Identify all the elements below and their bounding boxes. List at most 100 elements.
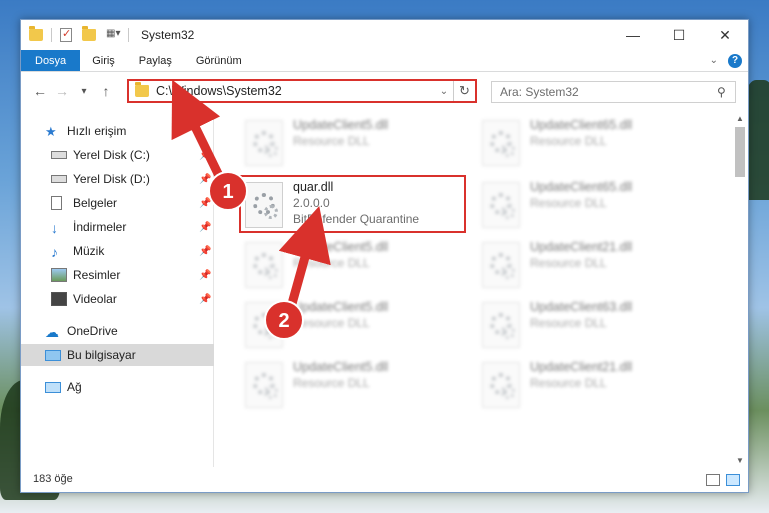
divider [128,28,129,42]
file-name: UpdateClient5.dll [293,240,389,254]
tab-share[interactable]: Paylaş [127,50,184,71]
folder-icon[interactable] [29,26,43,41]
list-item[interactable]: UpdateClient5.dll Resource DLL [245,358,470,414]
up-button[interactable]: ↑ [95,83,117,99]
search-input[interactable]: Ara: System32 [500,85,717,99]
address-bar[interactable]: C:\Windows\System32 ⌄ ↻ [127,79,477,103]
pictures-icon [51,268,67,282]
drive-icon [51,175,67,183]
drive-icon [51,151,67,159]
list-item[interactable]: UpdateClient5.dll Resource DLL [245,238,470,294]
file-name: UpdateClient65.dll [530,180,633,194]
tab-view[interactable]: Görünüm [184,50,254,71]
sidebar-item-music[interactable]: ♪ Müzik 📌 [21,240,214,262]
scroll-down-icon[interactable]: ▼ [732,456,748,465]
pin-icon[interactable]: 📌 [199,270,211,281]
back-button[interactable]: ← [29,83,51,99]
refresh-icon[interactable]: ↻ [453,81,475,101]
close-button[interactable]: ✕ [702,20,748,50]
title-bar: ▦▾ System32 — ☐ ✕ [21,20,748,50]
large-icons-view-icon[interactable] [726,474,740,486]
sidebar-item-documents[interactable]: Belgeler 📌 [21,192,214,214]
list-item[interactable]: UpdateClient63.dll Resource DLL [482,298,707,354]
file-description: Resource DLL [530,316,607,330]
recent-locations-button[interactable]: ▾ [73,86,95,97]
file-name: UpdateClient63.dll [530,300,633,314]
file-name: UpdateClient21.dll [530,360,633,374]
address-text[interactable]: C:\Windows\System32 [156,84,435,98]
details-view-icon[interactable] [706,474,720,486]
dll-file-icon [482,362,520,408]
pin-icon[interactable]: 📌 [199,174,211,185]
search-box[interactable]: Ara: System32 ⚲ [491,81,736,103]
file-description: Resource DLL [293,134,370,148]
pin-icon[interactable]: 📌 [199,294,211,305]
sidebar-item-quick-access[interactable]: ★ Hızlı erişim [21,120,214,142]
document-icon [51,196,62,210]
pin-icon[interactable]: 📌 [199,150,211,161]
divider [51,28,52,42]
file-description: Resource DLL [293,316,370,330]
file-name: UpdateClient5.dll [293,118,389,132]
maximize-button[interactable]: ☐ [656,20,702,50]
list-item[interactable]: UpdateClient65.dll Resource DLL [482,116,707,172]
sidebar-item-downloads[interactable]: ↓ İndirmeler 📌 [21,216,214,238]
ribbon-right: ⌄ ? [710,50,748,71]
list-item[interactable]: UpdateClient65.dll Resource DLL [482,178,707,234]
sidebar-item-this-pc[interactable]: Bu bilgisayar [21,344,214,366]
dll-file-icon [245,242,283,288]
sidebar-item-local-disk-c[interactable]: Yerel Disk (C:) 📌 [21,144,214,166]
folder-icon [135,82,149,97]
scroll-up-icon[interactable]: ▲ [732,114,748,123]
scrollbar-thumb[interactable] [735,127,745,177]
star-icon: ★ [45,124,57,139]
item-count: 183 öğe [33,473,73,485]
list-item[interactable]: UpdateClient5.dll Resource DLL [245,298,470,354]
new-folder-icon[interactable] [82,26,96,41]
quick-access-toolbar: ▦▾ [21,26,133,42]
sidebar-item-network[interactable]: Ağ [21,376,214,398]
vertical-scrollbar[interactable]: ▲ ▼ [732,112,748,467]
customize-toolbar-icon[interactable]: ▦▾ [106,28,120,42]
pin-icon[interactable]: 📌 [199,222,211,233]
window-controls: — ☐ ✕ [610,20,748,50]
tab-file[interactable]: Dosya [21,50,81,71]
sidebar-item-label: İndirmeler [73,220,127,234]
list-item[interactable]: UpdateClient5.dll Resource DLL [245,116,470,172]
status-bar: 183 öğe [21,466,748,492]
list-item[interactable]: UpdateClient21.dll Resource DLL [482,238,707,294]
dll-file-icon [482,302,520,348]
navigation-bar: ← → ▾ ↑ C:\Windows\System32 ⌄ ↻ Ara: Sys… [21,73,748,109]
pin-icon[interactable]: 📌 [199,246,211,257]
file-description: Resource DLL [530,196,607,210]
computer-icon [45,349,61,361]
sidebar-item-local-disk-d[interactable]: Yerel Disk (D:) 📌 [21,168,214,190]
help-icon[interactable]: ? [728,53,742,68]
forward-button[interactable]: → [51,83,73,99]
list-item[interactable]: UpdateClient21.dll Resource DLL [482,358,707,414]
file-name: UpdateClient65.dll [530,118,633,132]
properties-icon[interactable] [60,27,72,42]
address-dropdown-icon[interactable]: ⌄ [435,86,453,97]
file-highlight-box [239,175,466,233]
sidebar-item-pictures[interactable]: Resimler 📌 [21,264,214,286]
network-icon [45,381,61,393]
sidebar-item-label: Ağ [67,380,82,394]
tab-home[interactable]: Giriş [80,50,127,71]
file-name: UpdateClient5.dll [293,360,389,374]
chevron-down-icon[interactable]: ⌄ [710,55,718,66]
video-icon [51,292,67,306]
file-name: UpdateClient5.dll [293,300,389,314]
pin-icon[interactable]: 📌 [199,198,211,209]
navigation-pane: ★ Hızlı erişim Yerel Disk (C:) 📌 Yerel D… [21,112,214,467]
window-title: System32 [141,28,195,42]
sidebar-item-onedrive[interactable]: ☁ OneDrive [21,320,214,342]
dll-file-icon [482,120,520,166]
sidebar-item-label: Videolar [73,292,117,306]
file-list: UpdateClient5.dll Resource DLL UpdateClie… [217,112,732,467]
sidebar-item-label: Resimler [73,268,121,282]
dll-file-icon [245,120,283,166]
minimize-button[interactable]: — [610,20,656,50]
sidebar-item-videos[interactable]: Videolar 📌 [21,288,214,310]
sidebar-item-label: Hızlı erişim [67,124,127,138]
